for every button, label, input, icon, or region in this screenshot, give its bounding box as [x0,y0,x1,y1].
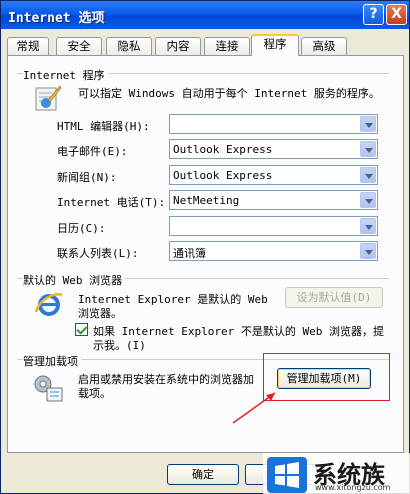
chevron-down-icon[interactable] [360,167,376,183]
set-default-button[interactable]: 设为默认值(D) [285,287,383,308]
addons-group-title: 管理加载项 [23,353,81,369]
tab-privacy[interactable]: 隐私 [106,37,152,55]
internet-call-select[interactable]: NetMeeting [169,190,378,210]
calendar-select[interactable] [169,216,378,236]
tab-security[interactable]: 安全 [56,37,102,55]
highlight-box [263,353,390,401]
chevron-down-icon[interactable] [360,116,376,132]
prompt-default-label-2: 示我。(I) [93,339,146,352]
chevron-down-icon[interactable] [360,243,376,259]
newsgroups-label: 新闻组(N): [57,171,117,184]
help-button[interactable]: ? [363,4,384,25]
internet-programs-group-title: Internet 程序 [23,67,108,83]
programs-description: 可以指定 Windows 自动用于每个 Internet 服务的程序。 [78,87,380,100]
chevron-down-icon[interactable] [360,192,376,208]
chevron-down-icon[interactable] [360,218,376,234]
title-bar[interactable]: Internet 选项 ? X [1,1,409,29]
calendar-label: 日历(C): [57,222,106,235]
tab-general[interactable]: 常规 [7,37,49,55]
internet-explorer-icon [34,293,63,316]
chevron-down-icon[interactable] [360,141,376,157]
tab-advanced[interactable]: 高级 [301,37,347,55]
email-select[interactable]: Outlook Express [169,139,378,159]
tab-connections[interactable]: 连接 [204,37,250,55]
close-button[interactable]: X [386,4,407,25]
prompt-default-checkbox[interactable] [75,323,88,336]
html-editor-select[interactable] [169,114,378,134]
default-browser-group-title: 默认的 Web 浏览器 [23,272,126,288]
contacts-select[interactable]: 通讯簿 [169,241,378,261]
window-title: Internet 选项 [8,11,105,26]
programs-icon [35,85,62,111]
windows-logo-icon [267,457,307,493]
html-editor-label: HTML 编辑器(H): [57,120,150,133]
watermark-url: www.xitongzu.com [315,483,391,492]
internet-options-dialog: Internet 选项 ? X 常规 安全 隐私 内容 连接 程序 高级 Int… [0,0,410,494]
email-label: 电子邮件(E): [57,145,128,158]
ok-button[interactable]: 确定 [167,464,239,485]
addons-text-2: 载项。 [78,387,111,400]
default-browser-text-2: 浏览器。 [78,307,122,320]
newsgroups-select[interactable]: Outlook Express [169,165,378,185]
contacts-label: 联系人列表(L): [57,247,139,260]
tab-programs[interactable]: 程序 [251,34,299,56]
watermark: 系统族 www.xitongzu.com [263,453,410,494]
tab-content[interactable]: 内容 [155,37,201,55]
internet-call-label: Internet 电话(T): [57,196,166,209]
gear-icon [34,375,63,402]
arrow-annotation [232,392,276,424]
